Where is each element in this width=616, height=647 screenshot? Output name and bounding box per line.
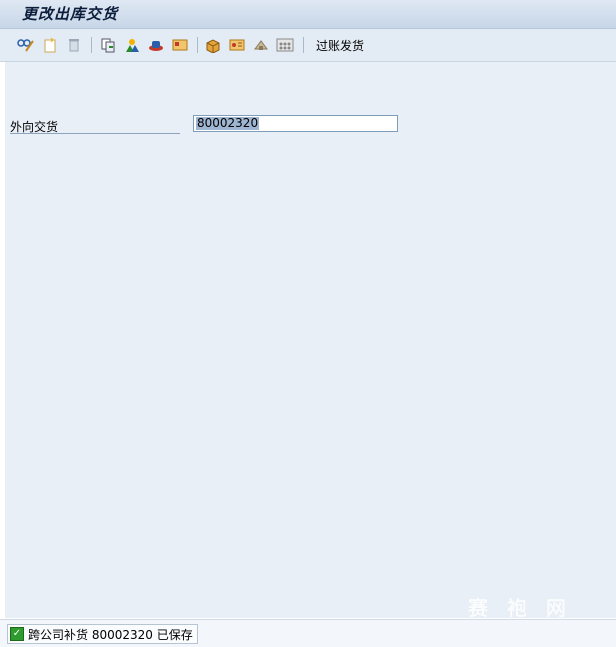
new-document-icon[interactable]	[40, 35, 60, 55]
outbound-delivery-label: 外向交货	[10, 118, 180, 134]
watermark-logo: 赛 袍 网	[468, 596, 572, 620]
copy-document-icon[interactable]	[98, 35, 118, 55]
outbound-delivery-input[interactable]: 80002320	[193, 115, 398, 132]
window-title: 更改出库交货	[22, 5, 119, 23]
status-text: 跨公司补货 80002320 已保存	[28, 627, 193, 642]
packing-icon[interactable]	[203, 35, 223, 55]
status-message[interactable]: ✓ 跨公司补货 80002320 已保存	[7, 624, 198, 644]
delete-icon[interactable]	[64, 35, 84, 55]
picking-icon[interactable]	[227, 35, 247, 55]
main-content	[5, 62, 616, 618]
post-goods-issue-button[interactable]: 过账发货	[316, 37, 364, 54]
display-change-icon[interactable]	[16, 35, 36, 55]
toolbar-separator	[303, 37, 304, 53]
header-icon[interactable]	[146, 35, 166, 55]
item-overview-icon[interactable]	[170, 35, 190, 55]
status-bar: ✓ 跨公司补货 80002320 已保存	[0, 619, 616, 647]
success-check-icon: ✓	[10, 627, 24, 641]
toolbar-separator	[91, 37, 92, 53]
application-toolbar: 过账发货	[0, 29, 616, 62]
toolbar-separator	[197, 37, 198, 53]
output-icon[interactable]	[275, 35, 295, 55]
outbound-delivery-value: 80002320	[196, 116, 260, 130]
partner-icon[interactable]	[122, 35, 142, 55]
title-bar: 更改出库交货	[0, 0, 616, 29]
shipment-icon[interactable]	[251, 35, 271, 55]
